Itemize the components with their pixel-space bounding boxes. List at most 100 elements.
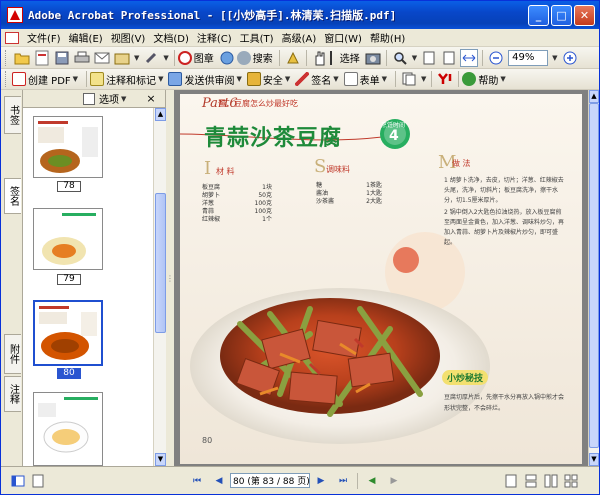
maximize-button[interactable]: □ (551, 5, 572, 26)
tab-signatures[interactable]: 签名 (4, 178, 21, 214)
form-icon (343, 72, 358, 86)
seasoning-heading-letter: S (314, 156, 327, 177)
page-label-78: 78 (57, 181, 81, 192)
attach-icon[interactable] (142, 49, 160, 67)
print-icon[interactable] (73, 49, 91, 67)
zoom-field[interactable]: 49% (508, 49, 549, 66)
menu-advanced[interactable]: 高级(A) (278, 30, 321, 45)
menu-window[interactable]: 窗口(W) (320, 30, 366, 45)
previous-page-icon[interactable]: ◀ (212, 474, 226, 488)
select-label: 选择 (339, 54, 360, 65)
security-button[interactable]: 安全 ▼ (246, 72, 292, 87)
document-properties-icon[interactable] (29, 472, 47, 490)
panel-splitter[interactable]: ⋮ (166, 90, 174, 466)
thumbnail-scrollbar[interactable]: ▲ ▼ (153, 108, 166, 466)
recycle-icon[interactable] (284, 49, 302, 67)
fit-page-icon[interactable] (440, 49, 458, 67)
zoom-out-icon[interactable] (487, 49, 505, 67)
scroll-up-arrow-icon[interactable]: ▲ (589, 90, 599, 103)
document-scrollbar[interactable]: ▲ ▼ (588, 90, 599, 466)
menu-edit[interactable]: 编辑(E) (65, 30, 107, 45)
menu-view[interactable]: 视图(V) (107, 30, 150, 45)
chevron-down-icon[interactable]: ▼ (163, 54, 168, 62)
minimize-button[interactable]: _ (528, 5, 549, 26)
title-bar: Adobe Acrobat Professional - [[小炒高手].林清苿… (1, 1, 599, 29)
page-thumbnail-80[interactable] (33, 300, 103, 366)
single-page-icon[interactable] (502, 472, 520, 490)
tab-attachments[interactable]: 附件 (4, 334, 21, 374)
tip-text: 豆腐切厚片后，先擦干水分再放入锅中煎才会形状完整，不会碎烂。 (444, 394, 565, 412)
scroll-down-arrow-icon[interactable]: ▼ (589, 453, 599, 466)
seasoning-row: 沙茶酱 2大匙 (316, 198, 382, 206)
status-bar: ⏮ ◀ 80 (第 83 / 88 页) ▶ ⏭ ◀ ▶ (1, 466, 599, 494)
select-tool-button[interactable]: 选择 (329, 50, 360, 65)
tab-comments[interactable]: 注释 (4, 376, 21, 412)
lock-icon (246, 72, 261, 86)
chevron-down-icon[interactable]: ▼ (134, 54, 139, 62)
organizer-icon[interactable] (113, 49, 131, 67)
comment-markup-button[interactable]: 注释和标记 ▼ (90, 72, 165, 87)
globe-icon[interactable] (218, 49, 236, 67)
help-button[interactable]: 帮助 ▼ (462, 72, 507, 87)
scrollbar-thumb[interactable] (589, 103, 599, 448)
continuous-facing-icon[interactable] (562, 472, 580, 490)
create-pdf-button[interactable]: 创建 PDF ▼ (12, 72, 80, 87)
search-button[interactable]: 搜索 (236, 50, 273, 65)
tab-bookmarks[interactable]: 书签 (4, 96, 21, 134)
zoom-in-icon[interactable] (561, 49, 579, 67)
create-pdf-icon[interactable] (33, 49, 51, 67)
menu-document[interactable]: 文档(D) (149, 30, 193, 45)
open-folder-icon[interactable] (13, 49, 31, 67)
page-thumbnail-79[interactable] (33, 208, 103, 270)
menu-file[interactable]: 文件(F) (23, 30, 65, 45)
page-thumbnail-81[interactable] (33, 392, 103, 466)
next-page-icon[interactable]: ▶ (314, 474, 328, 488)
security-label: 安全 (262, 75, 283, 87)
menu-tools[interactable]: 工具(T) (236, 30, 278, 45)
chevron-down-icon: ▼ (72, 75, 79, 83)
previous-view-icon[interactable]: ◀ (365, 474, 379, 488)
chevron-down-icon[interactable]: ▼ (552, 54, 557, 62)
forms-button[interactable]: 表单 ▼ (343, 72, 389, 87)
part-subtitle: 蛋、豆腐怎么炒最好吃 (218, 99, 298, 108)
scrollbar-thumb[interactable] (155, 193, 166, 333)
actual-size-icon[interactable] (420, 49, 438, 67)
chevron-down-icon[interactable]: ▼ (421, 75, 426, 83)
pages-view-icon[interactable] (9, 472, 27, 490)
facing-icon[interactable] (542, 472, 560, 490)
first-page-icon[interactable]: ⏮ (190, 474, 204, 488)
stamp-button[interactable]: 图章 (177, 50, 214, 65)
send-review-button[interactable]: 发送供审阅 ▼ (168, 72, 243, 87)
chevron-down-icon[interactable]: ▼ (412, 54, 417, 62)
trash-icon[interactable] (83, 92, 95, 105)
hand-tool-icon[interactable] (311, 49, 329, 67)
options-menu[interactable]: 选项 (99, 91, 119, 106)
menu-help[interactable]: 帮助(H) (366, 30, 409, 45)
next-view-icon[interactable]: ▶ (387, 474, 401, 488)
window-title: Adobe Acrobat Professional - [[小炒高手].林清苿… (28, 9, 397, 22)
page-number-field[interactable]: 80 (第 83 / 88 页) (230, 473, 310, 488)
toolbar-separator (86, 71, 88, 87)
ingredient-name: 红辣椒 (202, 216, 221, 223)
pages-icon[interactable] (400, 70, 418, 88)
ingredient-row: 板豆腐 1块 (202, 184, 272, 192)
yahoo-icon[interactable] (436, 70, 454, 88)
stamp-label: 图章 (193, 54, 214, 65)
continuous-icon[interactable] (522, 472, 540, 490)
save-icon[interactable] (53, 49, 71, 67)
snapshot-icon[interactable] (364, 49, 382, 67)
scroll-up-arrow-icon[interactable]: ▲ (155, 108, 166, 121)
close-button[interactable]: ✕ (574, 5, 595, 26)
email-icon[interactable] (93, 49, 111, 67)
menu-comments[interactable]: 注释(C) (193, 30, 236, 45)
zoom-icon[interactable] (391, 49, 409, 67)
scroll-down-arrow-icon[interactable]: ▼ (155, 453, 166, 466)
fit-width-icon[interactable] (460, 48, 479, 67)
page-thumbnail-78[interactable] (33, 116, 103, 178)
last-page-icon[interactable]: ⏭ (336, 474, 350, 488)
close-panel-icon[interactable]: × (146, 92, 155, 105)
pdf-page: Part6 蛋、豆腐怎么炒最好吃 青蒜沙茶豆腐 烹饪时间 4 I 材 料 板豆腐… (180, 94, 582, 464)
help-label: 帮助 (478, 75, 499, 87)
sign-button[interactable]: 签名 ▼ (295, 72, 340, 87)
chevron-down-icon[interactable]: ▼ (121, 95, 126, 103)
